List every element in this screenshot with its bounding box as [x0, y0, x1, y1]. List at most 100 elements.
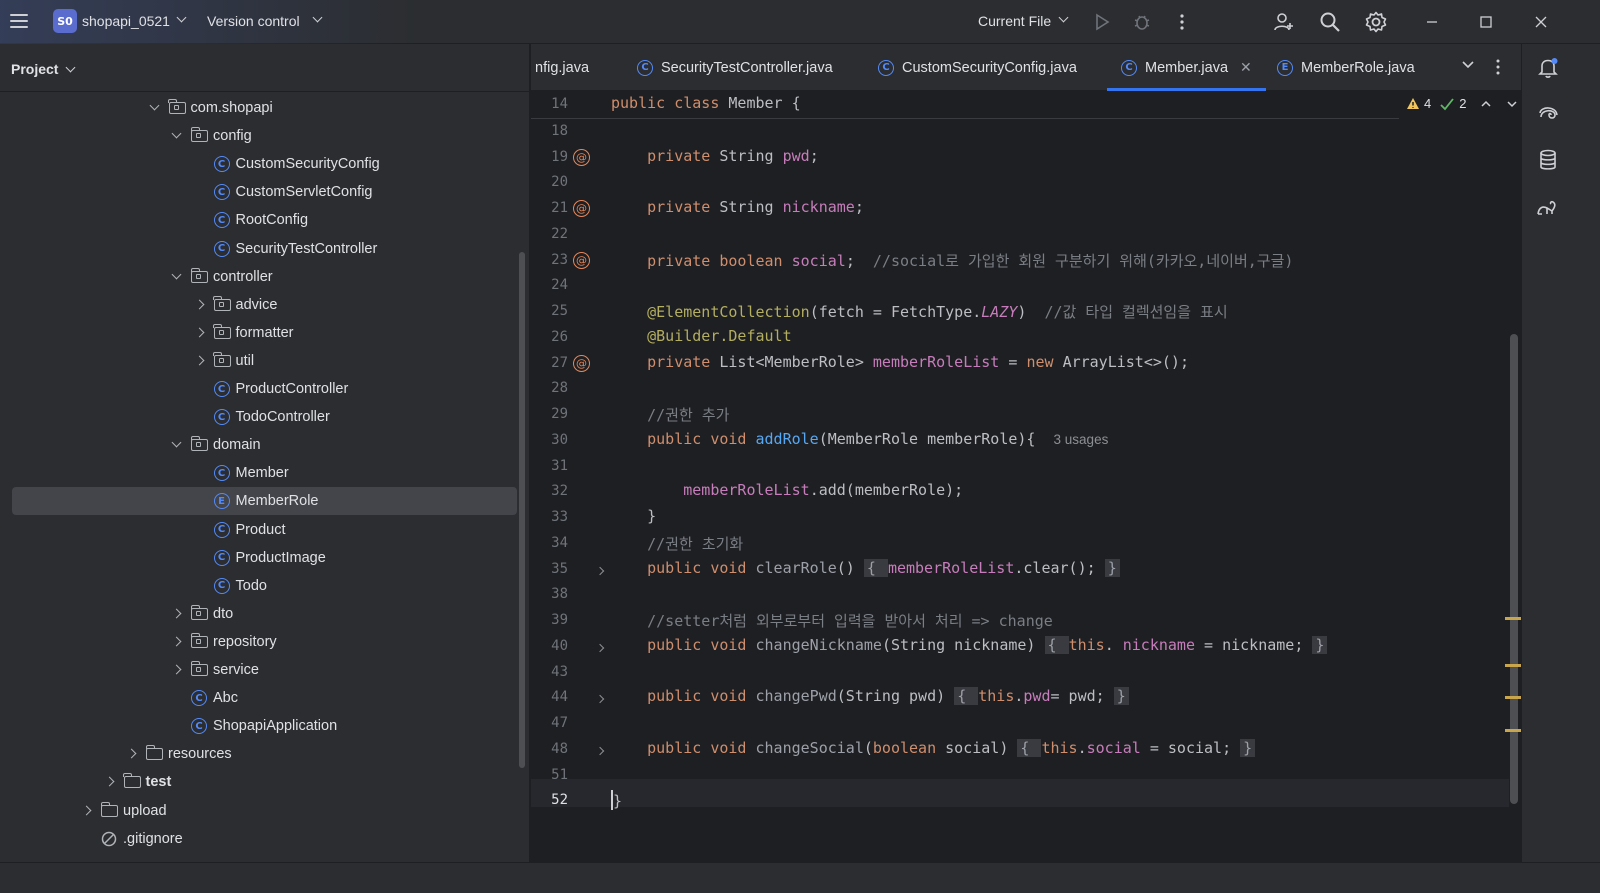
notifications-bell-icon[interactable] — [1536, 56, 1560, 80]
inspections-widget[interactable]: 4 2 — [1406, 96, 1518, 111]
tree-item-test[interactable]: test — [0, 768, 520, 796]
settings-gear-icon[interactable] — [1364, 10, 1388, 34]
run-icon[interactable] — [1090, 10, 1114, 34]
warning-marker[interactable] — [1505, 664, 1521, 667]
minimize-icon[interactable] — [1420, 10, 1444, 34]
project-panel-title[interactable]: Project — [11, 61, 58, 77]
fold-chevron-icon[interactable] — [595, 566, 605, 575]
chevron-right-icon[interactable] — [194, 299, 204, 310]
tabs-more-icon[interactable] — [1495, 58, 1501, 79]
tree-item-label: domain — [213, 437, 261, 454]
tree-item-todocontroller[interactable]: C TodoController — [0, 403, 520, 431]
package-icon — [190, 436, 208, 452]
line-number: 23 — [551, 251, 568, 268]
project-scrollbar[interactable] — [519, 252, 525, 768]
editor-tab-customsecurityconfig[interactable]: C CustomSecurityConfig.java — [878, 44, 1077, 91]
tree-item-memberrole[interactable]: E MemberRole — [12, 487, 517, 516]
tree-item-productimage[interactable]: C ProductImage — [0, 544, 520, 572]
chevron-right-icon[interactable] — [194, 355, 204, 366]
fold-chevron-icon[interactable] — [595, 643, 605, 652]
chevron-right-icon[interactable] — [104, 776, 114, 787]
chevron-down-icon[interactable] — [176, 12, 187, 23]
project-name[interactable]: shopapi_0521 — [82, 13, 170, 29]
jpa-column-gutter-icon[interactable]: @ — [573, 148, 590, 166]
editor-scrollbar[interactable] — [1510, 334, 1518, 804]
jpa-column-gutter-icon[interactable]: @ — [573, 251, 590, 269]
tree-item-upload[interactable]: upload — [0, 797, 520, 825]
class-icon: C — [878, 59, 894, 76]
chevron-right-icon[interactable] — [126, 748, 137, 759]
close-window-icon[interactable] — [1529, 10, 1553, 34]
chevron-down-icon[interactable] — [171, 128, 182, 139]
tree-item-securitytestcontroller[interactable]: C SecurityTestController — [0, 235, 520, 263]
tree-item-customservletconfig[interactable]: C CustomServletConfig — [0, 178, 520, 206]
tree-item-config[interactable]: config — [0, 122, 520, 150]
chevron-down-icon[interactable] — [171, 437, 182, 448]
version-control-menu[interactable]: Version control — [207, 13, 300, 29]
editor-tab-memberrole[interactable]: E MemberRole.java — [1277, 44, 1415, 91]
chevron-down-icon[interactable] — [149, 100, 159, 111]
package-icon — [190, 127, 208, 143]
tree-item-advice[interactable]: advice — [0, 291, 520, 319]
chevron-right-icon[interactable] — [171, 608, 182, 619]
run-config-selector[interactable]: Current File — [978, 13, 1051, 29]
chevron-right-icon[interactable] — [194, 327, 204, 338]
jpa-column-gutter-icon[interactable]: @ — [573, 200, 590, 217]
gradle-icon[interactable] — [1536, 196, 1560, 220]
tree-item-util[interactable]: util — [0, 347, 520, 375]
fold-chevron-icon[interactable] — [595, 746, 605, 755]
maximize-icon[interactable] — [1474, 10, 1498, 34]
chevron-down-icon[interactable] — [65, 62, 76, 73]
tree-item-member[interactable]: C Member — [0, 459, 520, 487]
chevron-down-icon[interactable] — [1058, 12, 1069, 23]
line-number: 29 — [551, 406, 568, 422]
jpa-column-gutter-icon[interactable]: @ — [573, 354, 590, 372]
code-editor[interactable]: 14 public class Member {18 19 @ private Str… — [531, 91, 1521, 862]
warning-marker[interactable] — [1505, 696, 1521, 699]
tab-label: MemberRole.java — [1301, 59, 1415, 76]
tree-item-customsecurityconfig[interactable]: C CustomSecurityConfig — [0, 150, 520, 178]
package-icon — [168, 99, 186, 114]
ai-assistant-icon[interactable] — [1536, 102, 1560, 126]
tree-item-controller[interactable]: controller — [0, 263, 520, 291]
tree-item-domain[interactable]: domain — [0, 431, 520, 459]
line-number: 39 — [551, 612, 568, 628]
close-tab-icon[interactable]: ✕ — [1240, 59, 1252, 76]
tree-item-todo[interactable]: C Todo — [0, 572, 520, 600]
main-menu-icon[interactable] — [8, 10, 30, 34]
editor-tab-securitytestcontroller[interactable]: C SecurityTestController.java — [637, 44, 833, 91]
project-badge[interactable]: S0 — [53, 9, 77, 33]
tree-item-shopapiapplication[interactable]: C ShopapiApplication — [0, 712, 520, 740]
editor-tab-member[interactable]: C Member.java ✕ — [1107, 44, 1266, 91]
tree-item-service[interactable]: service — [0, 656, 520, 684]
search-icon[interactable] — [1318, 10, 1342, 34]
tree-item-productcontroller[interactable]: C ProductController — [0, 375, 520, 403]
tree-item-gitignore[interactable]: .gitignore — [0, 825, 520, 853]
database-icon[interactable] — [1536, 148, 1560, 172]
tabs-dropdown-icon[interactable] — [1461, 58, 1475, 75]
more-actions-icon[interactable] — [1170, 10, 1194, 34]
tree-item-abc[interactable]: C Abc — [0, 684, 520, 712]
tree-item-product[interactable]: C Product — [0, 516, 520, 544]
chevron-right-icon[interactable] — [81, 805, 92, 815]
tree-item-rootconfig[interactable]: C RootConfig — [0, 206, 520, 234]
warning-marker[interactable] — [1505, 617, 1521, 620]
warning-marker[interactable] — [1505, 729, 1521, 732]
debug-icon[interactable] — [1130, 10, 1154, 34]
chevron-down-icon[interactable] — [312, 12, 323, 23]
tree-item-repository[interactable]: repository — [0, 628, 520, 656]
line-number: 32 — [551, 483, 568, 500]
editor-tab-nfig[interactable]: nfig.java — [535, 44, 589, 91]
tree-item-dto[interactable]: dto — [0, 600, 520, 628]
fold-chevron-icon[interactable] — [595, 695, 605, 704]
tree-item-label: config — [213, 128, 252, 145]
tree-item-resources[interactable]: resources — [0, 740, 520, 768]
tree-item-label: repository — [213, 633, 277, 650]
tree-item-com-shopapi[interactable]: com.shopapi — [0, 94, 520, 122]
tree-item-formatter[interactable]: formatter — [0, 319, 520, 347]
chevron-down-icon[interactable] — [171, 269, 182, 280]
chevron-right-icon[interactable] — [171, 664, 182, 675]
line-number: 25 — [551, 303, 568, 319]
chevron-right-icon[interactable] — [171, 636, 182, 647]
add-user-icon[interactable] — [1272, 10, 1296, 34]
